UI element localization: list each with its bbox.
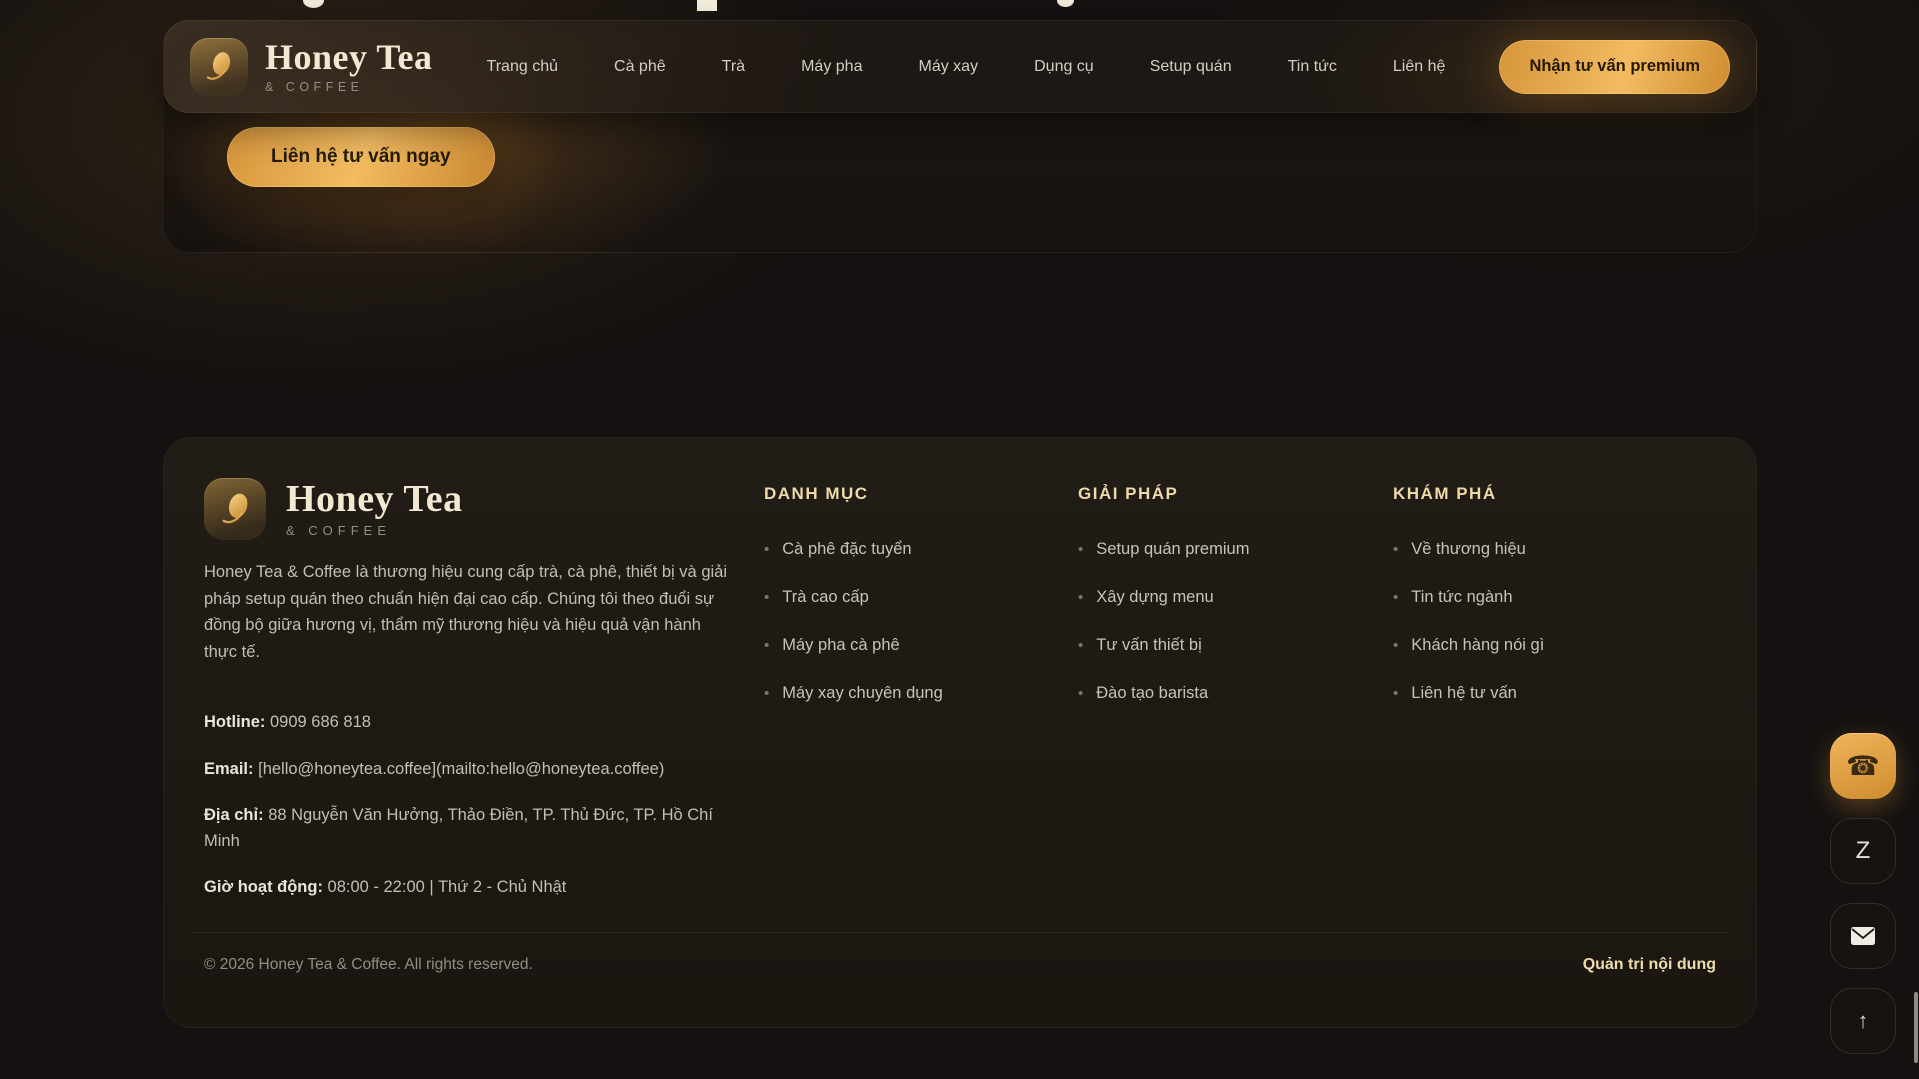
copyright-text: © 2026 Honey Tea & Coffee. All rights re… <box>204 956 533 974</box>
email-value: [hello@honeytea.coffee](mailto:hello@hon… <box>254 760 665 778</box>
bullet-icon: • <box>764 685 769 702</box>
brand-name: Honey Tea <box>265 39 433 77</box>
brand-text: Honey Tea & COFFEE <box>265 39 433 94</box>
footer: Honey Tea & COFFEE Honey Tea & Coffee là… <box>163 437 1757 1028</box>
nav-item-grinder[interactable]: Máy xay <box>919 58 979 76</box>
admin-link[interactable]: Quản trị nội dung <box>1583 956 1716 974</box>
footer-link[interactable]: • Máy xay chuyên dụng <box>764 684 1064 703</box>
bullet-icon: • <box>1078 589 1083 606</box>
address-label: Địa chỉ: <box>204 806 264 824</box>
nav-item-coffee[interactable]: Cà phê <box>614 58 666 76</box>
bullet-icon: • <box>1393 541 1398 558</box>
email-line: Email: [hello@honeytea.coffee](mailto:he… <box>204 757 749 783</box>
honey-bean-icon <box>214 488 257 531</box>
zalo-icon[interactable]: Z <box>1830 818 1896 884</box>
nav-item-tools[interactable]: Dụng cụ <box>1034 58 1094 76</box>
bullet-icon: • <box>1393 589 1398 606</box>
footer-link[interactable]: • Máy pha cà phê <box>764 636 1064 655</box>
phone-icon[interactable]: ☎ <box>1830 733 1896 799</box>
bullet-icon: • <box>1078 541 1083 558</box>
nav-item-shop-setup[interactable]: Setup quán <box>1150 58 1232 76</box>
footer-link-label: Máy xay chuyên dụng <box>782 684 943 703</box>
footer-brand-text: Honey Tea & COFFEE <box>286 480 463 538</box>
hotline-line: Hotline: 0909 686 818 <box>204 710 749 736</box>
main-nav: Trang chủ Cà phê Trà Máy pha Máy xay Dụn… <box>487 58 1446 76</box>
footer-link-label: Máy pha cà phê <box>782 636 899 655</box>
footer-description: Honey Tea & Coffee là thương hiệu cung c… <box>204 559 738 666</box>
footer-link[interactable]: • Đào tạo barista <box>1078 684 1378 703</box>
footer-link-label: Setup quán premium <box>1096 540 1249 559</box>
footer-link-label: Tư vấn thiết bị <box>1096 636 1202 655</box>
address-line: Địa chỉ: 88 Nguyễn Văn Hưởng, Thảo Điền,… <box>204 803 749 854</box>
nav-item-espresso-machine[interactable]: Máy pha <box>801 58 862 76</box>
scrollbar-thumb[interactable] <box>1914 992 1918 1063</box>
footer-link[interactable]: • Tư vấn thiết bị <box>1078 636 1378 655</box>
footer-link-label: Trà cao cấp <box>782 588 869 607</box>
bullet-icon: • <box>1078 685 1083 702</box>
arrow-up-icon[interactable]: ↑ <box>1830 988 1896 1054</box>
cutoff-text-fragment <box>1057 0 1074 7</box>
footer-link-label: Về thương hiệu <box>1411 540 1526 559</box>
footer-link-label: Tin tức ngành <box>1411 588 1512 607</box>
footer-brand-name: Honey Tea <box>286 480 463 520</box>
bullet-icon: • <box>764 637 769 654</box>
footer-link-label: Đào tạo barista <box>1096 684 1208 703</box>
top-navigation-bar: Honey Tea & COFFEE Trang chủ Cà phê Trà … <box>163 20 1757 113</box>
footer-link-label: Liên hệ tư vấn <box>1411 684 1517 703</box>
nav-item-tea[interactable]: Trà <box>722 58 745 76</box>
bullet-icon: • <box>1393 637 1398 654</box>
email-label: Email: <box>204 760 254 778</box>
footer-link[interactable]: • Setup quán premium <box>1078 540 1378 559</box>
footer-column-title: GIẢI PHÁP <box>1078 484 1378 504</box>
footer-link[interactable]: • Tin tức ngành <box>1393 588 1693 607</box>
address-value: 88 Nguyễn Văn Hưởng, Thảo Điền, TP. Thủ … <box>204 806 713 850</box>
cutoff-text-fragment <box>697 0 717 11</box>
footer-contact-info: Hotline: 0909 686 818 Email: [hello@hone… <box>204 710 749 922</box>
nav-item-contact[interactable]: Liên hệ <box>1393 58 1446 76</box>
footer-column-discover: KHÁM PHÁ •Về thương hiệu •Tin tức ngành … <box>1393 484 1693 732</box>
bullet-icon: • <box>1393 685 1398 702</box>
footer-link[interactable]: • Xây dựng menu <box>1078 588 1378 607</box>
brand-logo-tile <box>190 38 248 96</box>
mail-icon[interactable] <box>1830 903 1896 969</box>
footer-link[interactable]: • Trà cao cấp <box>764 588 1064 607</box>
hotline-value: 0909 686 818 <box>265 713 371 731</box>
footer-link-label: Khách hàng nói gì <box>1411 636 1544 655</box>
brand-tagline: & COFFEE <box>265 80 433 94</box>
footer-link-label: Cà phê đặc tuyển <box>782 540 911 559</box>
footer-column-title: DANH MỤC <box>764 484 1064 504</box>
footer-link-label: Xây dựng menu <box>1096 588 1213 607</box>
footer-brand: Honey Tea & COFFEE <box>204 478 463 540</box>
footer-bottom-bar: © 2026 Honey Tea & Coffee. All rights re… <box>191 932 1729 974</box>
footer-link[interactable]: • Khách hàng nói gì <box>1393 636 1693 655</box>
brand-logo[interactable]: Honey Tea & COFFEE <box>190 38 433 96</box>
premium-consult-button[interactable]: Nhận tư vấn premium <box>1499 40 1730 94</box>
floating-action-buttons: ☎ Z ↑ <box>1830 733 1896 1054</box>
bullet-icon: • <box>1078 637 1083 654</box>
hotline-label: Hotline: <box>204 713 265 731</box>
contact-now-button[interactable]: Liên hệ tư vấn ngay <box>227 127 495 187</box>
footer-link[interactable]: • Cà phê đặc tuyển <box>764 540 1064 559</box>
mail-icon <box>1850 926 1876 946</box>
hours-line: Giờ hoạt động: 08:00 - 22:00 | Thứ 2 - C… <box>204 875 749 901</box>
footer-brand-tagline: & COFFEE <box>286 523 463 538</box>
hours-value: 08:00 - 22:00 | Thứ 2 - Chủ Nhật <box>323 878 566 896</box>
bullet-icon: • <box>764 541 769 558</box>
nav-item-news[interactable]: Tin tức <box>1288 58 1337 76</box>
footer-column-categories: DANH MỤC •Cà phê đặc tuyển •Trà cao cấp … <box>764 484 1064 732</box>
footer-link[interactable]: • Về thương hiệu <box>1393 540 1693 559</box>
footer-brand-logo-tile <box>204 478 266 540</box>
hours-label: Giờ hoạt động: <box>204 878 323 896</box>
nav-item-home[interactable]: Trang chủ <box>487 58 558 76</box>
bullet-icon: • <box>764 589 769 606</box>
honey-bean-icon <box>199 47 239 87</box>
cutoff-text-fragment <box>303 0 324 8</box>
footer-link[interactable]: • Liên hệ tư vấn <box>1393 684 1693 703</box>
footer-column-solutions: GIẢI PHÁP • Setup quán premium • Xây dựng … <box>1078 484 1378 732</box>
footer-column-title: KHÁM PHÁ <box>1393 484 1693 504</box>
